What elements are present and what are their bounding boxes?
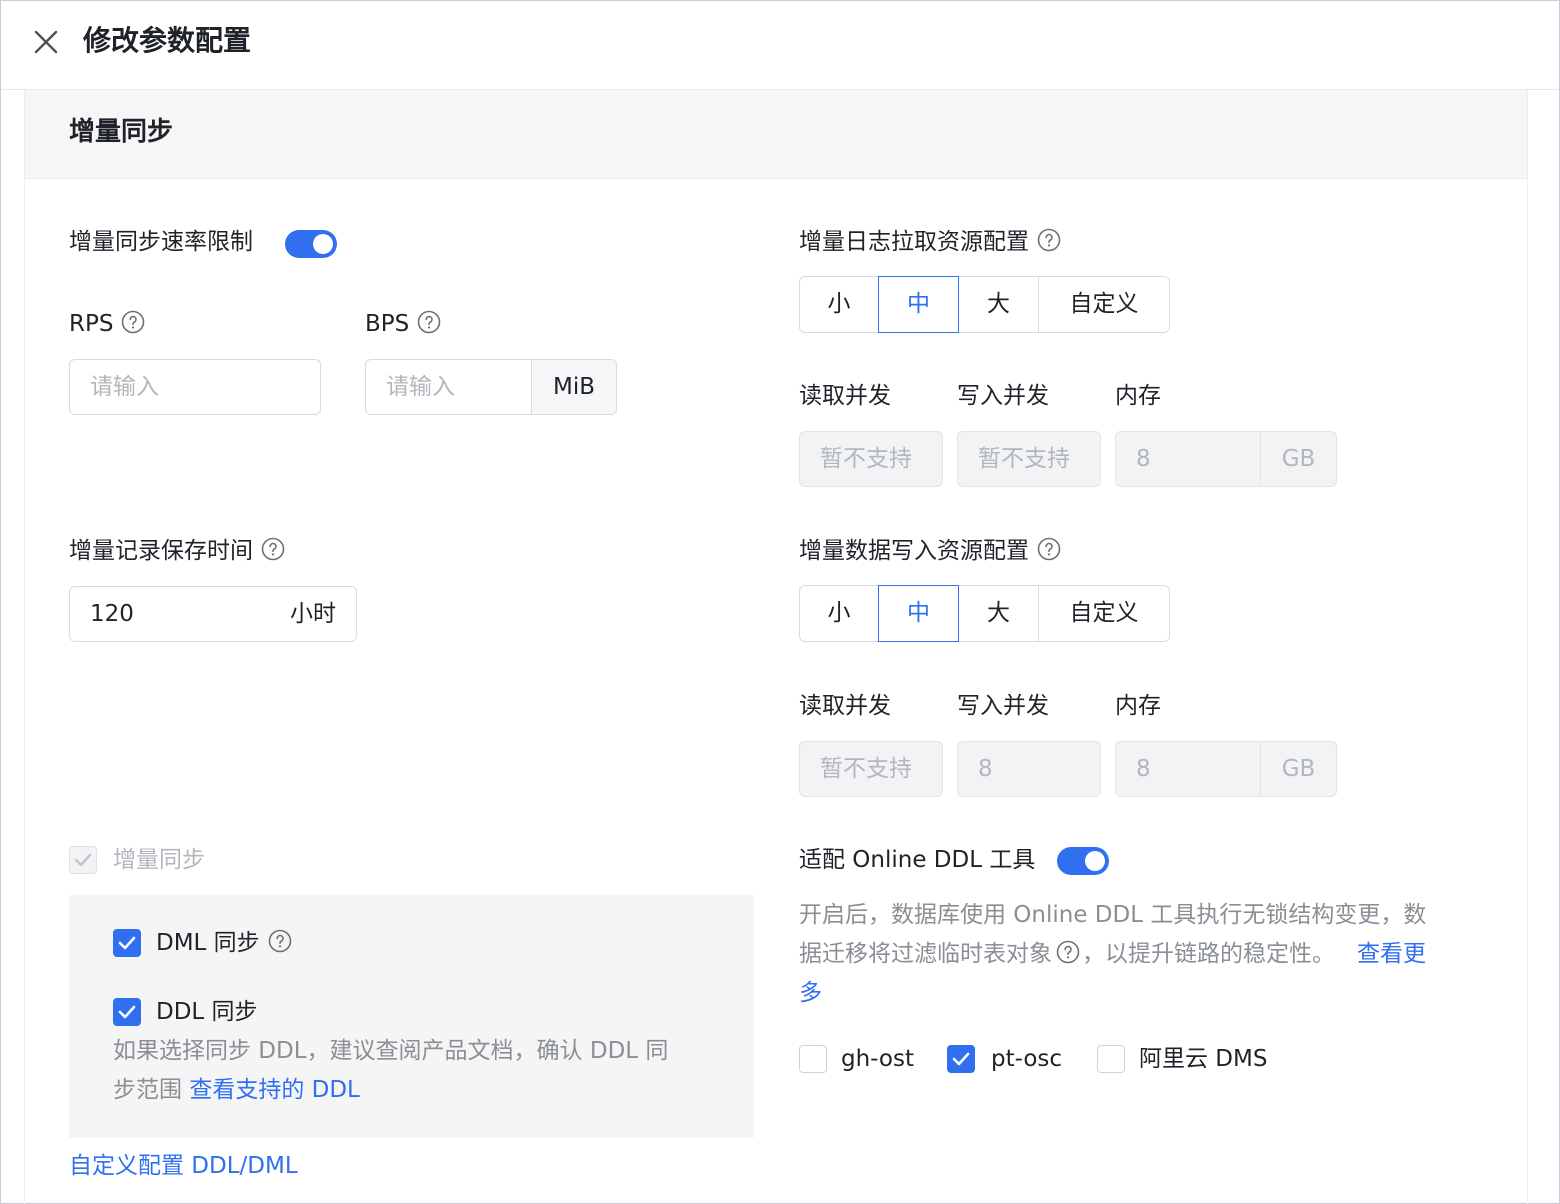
- bps-label: BPS: [365, 311, 410, 337]
- online-ddl-desc-line2: 据迁移将过滤临时表对象 ，以提升链路的稳定性。 查看更: [799, 935, 1489, 974]
- question-icon[interactable]: [1056, 940, 1080, 964]
- incremental-sync-checkbox[interactable]: [69, 846, 97, 874]
- incremental-sync-label: 增量同步: [113, 847, 205, 873]
- log-pull-label-group: 增量日志拉取资源配置: [799, 226, 1061, 258]
- aliyun-dms-label: 阿里云 DMS: [1139, 1046, 1268, 1072]
- dialog-header: 修改参数配置: [1, 1, 1559, 90]
- log-pull-read-input: 暂不支持: [799, 431, 943, 487]
- pt-osc-label: pt-osc: [991, 1046, 1063, 1072]
- data-write-option-small[interactable]: 小: [799, 585, 879, 642]
- rps-label-group: RPS: [69, 308, 145, 340]
- incremental-sync-panel: 增量同步 增量同步速率限制 RPS BPS 请输入 请输入 MiB 增量记录保存…: [24, 90, 1528, 1204]
- online-ddl-desc-line1: 开启后，数据库使用 Online DDL 工具执行无锁结构变更，数: [799, 902, 1427, 928]
- bps-label-group: BPS: [365, 308, 441, 340]
- gh-ost-checkbox[interactable]: [799, 1045, 827, 1073]
- rate-limit-toggle[interactable]: [285, 230, 337, 258]
- question-icon[interactable]: [261, 537, 285, 561]
- retention-input[interactable]: 120 小时: [69, 586, 357, 642]
- supported-ddl-link[interactable]: 查看支持的 DDL: [189, 1077, 360, 1103]
- question-icon[interactable]: [417, 310, 441, 334]
- check-icon: [952, 1052, 970, 1066]
- data-write-memory-value: 8: [1136, 756, 1151, 782]
- sync-options-box: DML 同步 DDL 同步 如果选择同步 DDL，建议查阅产品文档，确认 DDL…: [69, 895, 754, 1138]
- rps-placeholder: 请输入: [90, 374, 159, 400]
- question-icon[interactable]: [1037, 537, 1061, 561]
- data-write-label: 增量数据写入资源配置: [799, 538, 1029, 564]
- data-write-label-group: 增量数据写入资源配置: [799, 535, 1061, 567]
- aliyun-dms-checkbox[interactable]: [1097, 1045, 1125, 1073]
- ddl-desc-line2-text: 步范围: [113, 1077, 190, 1103]
- view-more-link-wrap[interactable]: 多: [799, 974, 1489, 1013]
- view-more-link[interactable]: 查看更: [1357, 941, 1426, 967]
- question-icon[interactable]: [121, 310, 145, 334]
- bps-placeholder: 请输入: [386, 374, 455, 400]
- log-pull-option-small[interactable]: 小: [799, 276, 879, 333]
- log-pull-write-label: 写入并发: [957, 383, 1049, 409]
- retention-unit: 小时: [290, 601, 336, 627]
- check-icon: [118, 1005, 136, 1019]
- log-pull-option-large[interactable]: 大: [958, 276, 1039, 333]
- rate-limit-label: 增量同步速率限制: [69, 229, 253, 255]
- data-write-read-input: 暂不支持: [799, 741, 943, 797]
- pt-osc-checkbox[interactable]: [947, 1045, 975, 1073]
- log-pull-size-selector: 小 中 大 自定义: [799, 276, 1170, 333]
- log-pull-option-medium[interactable]: 中: [878, 276, 959, 333]
- ddl-desc-line1: 如果选择同步 DDL，建议查阅产品文档，确认 DDL 同: [113, 1038, 669, 1064]
- online-ddl-toggle[interactable]: [1057, 847, 1109, 875]
- bps-unit-addon: MiB: [531, 360, 616, 414]
- retention-label-group: 增量记录保存时间: [69, 535, 285, 567]
- log-pull-read-label: 读取并发: [799, 383, 891, 409]
- data-write-write-label: 写入并发: [957, 693, 1049, 719]
- check-icon: [118, 936, 136, 950]
- log-pull-memory-value: 8: [1136, 446, 1151, 472]
- rps-input[interactable]: 请输入: [69, 359, 321, 415]
- dml-sync-label: DML 同步: [156, 930, 260, 956]
- ddl-desc-line2: 步范围 查看支持的 DDL: [113, 1071, 733, 1110]
- retention-label: 增量记录保存时间: [69, 538, 253, 564]
- dml-sync-checkbox[interactable]: [113, 929, 141, 957]
- log-pull-write-input: 暂不支持: [957, 431, 1101, 487]
- ddl-sync-description: 如果选择同步 DDL，建议查阅产品文档，确认 DDL 同 步范围 查看支持的 D…: [113, 1032, 733, 1110]
- online-ddl-label: 适配 Online DDL 工具: [799, 847, 1036, 873]
- retention-value: 120: [90, 601, 134, 627]
- log-pull-option-custom[interactable]: 自定义: [1038, 276, 1170, 333]
- data-write-read-label: 读取并发: [799, 693, 891, 719]
- dml-sync-label-group: DML 同步: [156, 927, 292, 959]
- data-write-option-medium[interactable]: 中: [878, 585, 959, 642]
- data-write-write-input: 8: [957, 741, 1101, 797]
- online-ddl-desc-line2b: ，以提升链路的稳定性。: [1082, 941, 1335, 967]
- check-icon: [74, 853, 92, 867]
- rps-label: RPS: [69, 311, 114, 337]
- section-title: 增量同步: [69, 117, 174, 147]
- data-write-memory-input: 8 GB: [1115, 741, 1337, 797]
- question-icon[interactable]: [268, 929, 292, 953]
- log-pull-label: 增量日志拉取资源配置: [799, 229, 1029, 255]
- gh-ost-label: gh-ost: [841, 1046, 914, 1072]
- data-write-memory-unit: GB: [1260, 742, 1336, 796]
- close-icon[interactable]: [31, 27, 61, 57]
- data-write-option-large[interactable]: 大: [958, 585, 1039, 642]
- dialog-title: 修改参数配置: [83, 24, 252, 57]
- data-write-memory-label: 内存: [1115, 693, 1161, 719]
- online-ddl-desc-line2a: 据迁移将过滤临时表对象: [799, 941, 1052, 967]
- ddl-sync-checkbox[interactable]: [113, 998, 141, 1026]
- question-icon[interactable]: [1037, 228, 1061, 252]
- data-write-option-custom[interactable]: 自定义: [1038, 585, 1170, 642]
- section-header: 增量同步: [25, 90, 1527, 179]
- custom-ddl-dml-link[interactable]: 自定义配置 DDL/DML: [69, 1150, 298, 1182]
- ddl-sync-label: DDL 同步: [156, 999, 258, 1025]
- bps-input[interactable]: 请输入: [366, 360, 531, 414]
- online-ddl-description: 开启后，数据库使用 Online DDL 工具执行无锁结构变更，数 据迁移将过滤…: [799, 896, 1489, 1013]
- log-pull-memory-input: 8 GB: [1115, 431, 1337, 487]
- log-pull-memory-label: 内存: [1115, 383, 1161, 409]
- data-write-size-selector: 小 中 大 自定义: [799, 585, 1170, 642]
- log-pull-memory-unit: GB: [1260, 432, 1336, 486]
- bps-input-group: 请输入 MiB: [365, 359, 617, 415]
